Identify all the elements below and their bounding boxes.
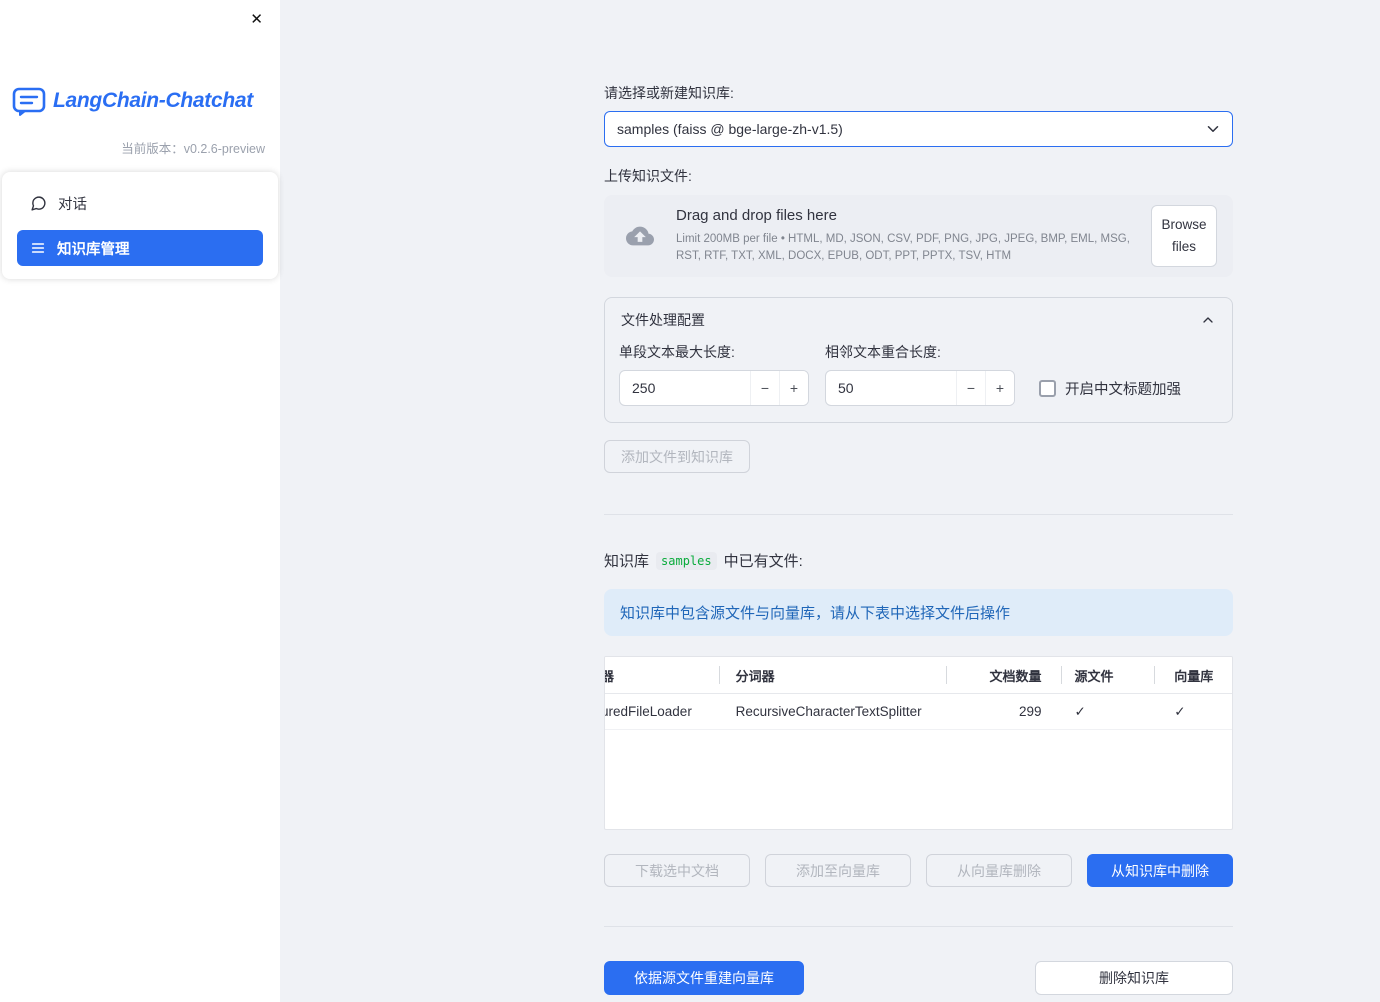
overlap-size-decrement-button[interactable]: − [956,371,985,405]
header-label: 器 [605,666,614,685]
chunk-size-value[interactable]: 250 [620,371,750,405]
overlap-size-value[interactable]: 50 [826,371,956,405]
app-logo: LangChain-Chatchat [12,86,253,116]
file-actions-row: 下载选中文档 添加至向量库 从向量库删除 从知识库中删除 [604,854,1233,887]
download-selected-button[interactable]: 下载选中文档 [604,854,750,887]
chunk-size-input[interactable]: 250 − + [619,370,809,406]
chevron-down-icon [1207,126,1219,132]
header-label: 向量库 [1174,668,1214,684]
cell-loader: uredFileLoader [605,694,720,729]
cell-splitter: RecursiveCharacterTextSplitter [720,694,947,729]
overlap-size-label: 相邻文本重合长度: [825,344,941,360]
logo-chat-icon [12,87,46,116]
overlap-size-group: 相邻文本重合长度: 50 − + [825,342,1015,406]
zh-title-enhance-checkbox-row[interactable]: 开启中文标题加强 [1039,370,1181,406]
header-label: 源文件 [1074,668,1114,684]
file-config-expander-header[interactable]: 文件处理配置 [605,298,1232,336]
sidebar: ✕ LangChain-Chatchat 当前版本：v0.2.6-preview… [0,0,280,1002]
info-alert-text: 知识库中包含源文件与向量库，请从下表中选择文件后操作 [620,605,1011,622]
dropzone-title: Drag and drop files here [676,207,837,225]
chunk-size-label: 单段文本最大长度: [619,344,735,360]
file-config-body: 单段文本最大长度: 250 − + 相邻文本重合长度: 50 − + 开启中文标… [605,336,1232,422]
check-icon: ✓ [1174,703,1186,719]
kb-selectbox[interactable]: samples (faiss @ bge-large-zh-v1.5) [604,111,1233,147]
kb-selectbox-value: samples (faiss @ bge-large-zh-v1.5) [617,121,843,137]
browse-files-button[interactable]: Browse files [1151,205,1217,267]
logo-text: LangChain-Chatchat [53,89,253,112]
kb-files-heading-prefix: 知识库 [604,553,650,570]
file-config-title: 文件处理配置 [621,312,705,328]
cell-vector-store-check: ✓ [1155,694,1232,729]
chunk-size-increment-button[interactable]: + [779,371,808,405]
divider [604,514,1233,515]
table-header-source-file[interactable]: 源文件 [1062,657,1156,693]
overlap-size-input[interactable]: 50 − + [825,370,1015,406]
chunk-size-group: 单段文本最大长度: 250 − + [619,342,809,406]
kb-footer-actions: 依据源文件重建向量库 删除知识库 [604,961,1233,995]
upload-label: 上传知识文件: [604,168,692,184]
overlap-size-increment-button[interactable]: + [985,371,1014,405]
chat-bubble-icon [31,195,46,211]
upload-cloud-icon [626,226,654,246]
delete-kb-button[interactable]: 删除知识库 [1035,961,1233,995]
dropzone-limit-text: Limit 200MB per file • HTML, MD, JSON, C… [676,233,1130,262]
cell-value: RecursiveCharacterTextSplitter [735,704,922,719]
file-dropzone[interactable]: Drag and drop files here Limit 200MB per… [604,195,1233,277]
kb-files-heading: 知识库 samples 中已有文件: [604,550,1233,571]
list-icon [31,243,45,253]
sidebar-item-dialogue[interactable]: 对话 [17,185,263,221]
sidebar-item-kb-management[interactable]: 知识库管理 [17,230,263,266]
divider [604,926,1233,927]
chevron-up-icon [1203,317,1213,323]
table-header-row: 器 分词器 文档数量 源文件 向量库 [605,657,1232,694]
sidebar-menu: 对话 知识库管理 [2,172,278,279]
sidebar-item-label: 知识库管理 [57,241,130,258]
main-content: 请选择或新建知识库: samples (faiss @ bge-large-zh… [604,0,1233,995]
info-alert: 知识库中包含源文件与向量库，请从下表中选择文件后操作 [604,589,1233,636]
cell-doc-count: 299 [947,694,1062,729]
chunk-size-decrement-button[interactable]: − [750,371,779,405]
zh-title-enhance-label[interactable]: 开启中文标题加强 [1065,378,1181,399]
table-header-doc-count[interactable]: 文档数量 [947,657,1062,693]
add-files-to-kb-button[interactable]: 添加文件到知识库 [604,440,750,473]
cell-value: 299 [1018,704,1042,719]
kb-select-label: 请选择或新建知识库: [604,85,734,101]
header-label: 分词器 [735,668,775,684]
table-header-vector-store[interactable]: 向量库 [1155,657,1232,693]
kb-name-code: samples [656,551,717,570]
close-icon: ✕ [250,11,263,28]
cell-value: uredFileLoader [605,704,692,719]
version-text: 当前版本：v0.2.6-preview [121,142,265,156]
dropzone-texts: Drag and drop files here Limit 200MB per… [676,207,1135,264]
cell-source-file-check: ✓ [1062,694,1156,729]
add-to-vector-store-button[interactable]: 添加至向量库 [765,854,911,887]
kb-files-heading-suffix: 中已有文件: [723,553,803,570]
rebuild-vector-store-button[interactable]: 依据源文件重建向量库 [604,961,804,995]
table-header-loader[interactable]: 器 [605,657,720,693]
file-config-expander: 文件处理配置 单段文本最大长度: 250 − + 相邻文本重合长度: 50 − … [604,297,1233,423]
delete-from-kb-button[interactable]: 从知识库中删除 [1087,854,1233,887]
kb-files-table[interactable]: 器 分词器 文档数量 源文件 向量库 uredFileLoader Recurs… [604,656,1233,830]
delete-from-vector-store-button[interactable]: 从向量库删除 [926,854,1072,887]
sidebar-item-label: 对话 [58,196,87,213]
sidebar-close-button[interactable]: ✕ [246,8,267,31]
header-label: 文档数量 [989,668,1042,684]
check-icon: ✓ [1074,703,1086,719]
zh-title-enhance-checkbox[interactable] [1039,379,1056,397]
table-header-splitter[interactable]: 分词器 [720,657,947,693]
table-row: uredFileLoader RecursiveCharacterTextSpl… [605,694,1232,730]
